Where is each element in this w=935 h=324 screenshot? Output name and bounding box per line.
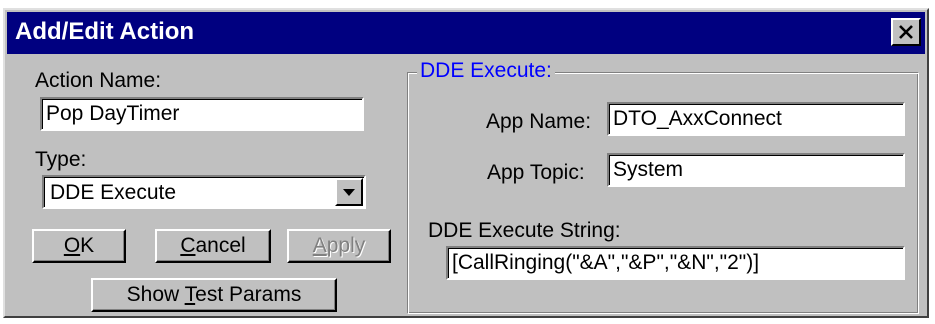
type-dropdown-button[interactable] bbox=[335, 178, 363, 206]
type-select[interactable]: DDE Execute bbox=[42, 175, 366, 209]
app-topic-input[interactable] bbox=[609, 155, 903, 185]
cancel-button[interactable]: Cancel bbox=[155, 229, 271, 263]
window-title: Add/Edit Action bbox=[15, 18, 195, 45]
app-name-label: App Name: bbox=[486, 110, 592, 133]
action-name-input[interactable] bbox=[42, 99, 362, 129]
dde-execute-string-input[interactable] bbox=[448, 248, 903, 278]
close-button[interactable] bbox=[891, 18, 921, 46]
app-topic-label: App Topic: bbox=[487, 161, 585, 184]
action-name-label: Action Name: bbox=[35, 69, 162, 92]
ok-label: K bbox=[80, 234, 95, 257]
type-selected-value: DDE Execute bbox=[50, 181, 177, 204]
title-bar[interactable]: Add/Edit Action bbox=[7, 12, 925, 54]
show-test-params-accel-char: T bbox=[184, 283, 196, 306]
dde-execute-string-label: DDE Execute String: bbox=[428, 219, 621, 242]
ok-accel-char: O bbox=[63, 234, 81, 257]
cancel-accel-char: C bbox=[180, 234, 196, 257]
action-name-field[interactable] bbox=[40, 97, 364, 131]
ok-button[interactable]: OK bbox=[32, 229, 126, 263]
apply-label: pply bbox=[326, 234, 366, 257]
add-edit-action-dialog: Add/Edit Action Action Name: Type: DDE E… bbox=[3, 8, 929, 318]
dde-execute-string-field[interactable] bbox=[446, 246, 905, 280]
app-name-field[interactable] bbox=[607, 102, 905, 136]
show-test-params-label-start: Show bbox=[126, 283, 185, 306]
type-label: Type: bbox=[35, 148, 87, 171]
dde-execute-group-title: DDE Execute: bbox=[417, 58, 555, 84]
show-test-params-button[interactable]: Show Test Params bbox=[91, 278, 337, 312]
chevron-down-icon bbox=[343, 189, 355, 196]
app-topic-field[interactable] bbox=[607, 153, 905, 187]
close-icon bbox=[899, 25, 913, 39]
show-test-params-label-end: est Params bbox=[195, 283, 302, 306]
apply-button[interactable]: Apply bbox=[287, 229, 391, 263]
app-name-input[interactable] bbox=[609, 104, 903, 134]
cancel-label: ancel bbox=[195, 234, 246, 257]
apply-accel-char: A bbox=[312, 234, 327, 257]
